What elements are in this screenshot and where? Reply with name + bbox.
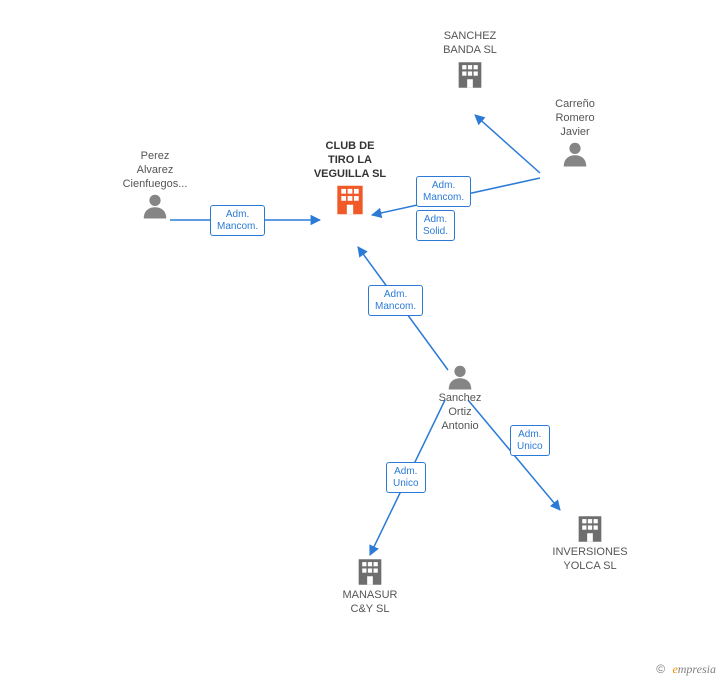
rel-ortiz-manasur: Adm.Unico — [386, 462, 426, 493]
node-sanchez-banda[interactable]: SANCHEZBANDA SL — [415, 30, 525, 92]
node-perez[interactable]: PerezAlvarezCienfuegos... — [100, 150, 210, 221]
person-icon — [140, 191, 170, 221]
rel-carreno-mancom: Adm.Mancom. — [416, 176, 471, 207]
node-sanchez-banda-label: SANCHEZBANDA SL — [415, 30, 525, 58]
rel-ortiz-inversiones: Adm.Unico — [510, 425, 550, 456]
building-icon — [573, 512, 607, 546]
node-carreno-label: CarreñoRomeroJavier — [525, 98, 625, 139]
node-perez-label: PerezAlvarezCienfuegos... — [100, 150, 210, 191]
rel-carreno-solid: Adm.Solid. — [416, 210, 455, 241]
node-carreno[interactable]: CarreñoRomeroJavier — [525, 98, 625, 169]
footer-credit: © empresia — [656, 662, 716, 677]
brand-rest: mpresia — [678, 662, 716, 676]
node-manasur[interactable]: MANASURC&Y SL — [320, 555, 420, 617]
diagram-stage: CLUB DETIRO LAVEGUILLA SL SANCHEZBANDA S… — [0, 0, 728, 685]
copyright-symbol: © — [656, 662, 665, 676]
node-main-label: CLUB DETIRO LAVEGUILLA SL — [290, 140, 410, 181]
rel-perez-main: Adm.Mancom. — [210, 205, 265, 236]
building-icon — [453, 58, 487, 92]
person-icon — [445, 362, 475, 392]
node-manasur-label: MANASURC&Y SL — [320, 589, 420, 617]
person-icon — [560, 139, 590, 169]
node-sanchez-ortiz[interactable]: SanchezOrtizAntonio — [410, 362, 510, 433]
rel-ortiz-main: Adm.Mancom. — [368, 285, 423, 316]
node-inversiones[interactable]: INVERSIONESYOLCA SL — [530, 512, 650, 574]
node-main-company[interactable]: CLUB DETIRO LAVEGUILLA SL — [290, 140, 410, 219]
node-sanchez-ortiz-label: SanchezOrtizAntonio — [410, 392, 510, 433]
node-inversiones-label: INVERSIONESYOLCA SL — [530, 546, 650, 574]
building-icon — [353, 555, 387, 589]
building-icon — [331, 181, 369, 219]
